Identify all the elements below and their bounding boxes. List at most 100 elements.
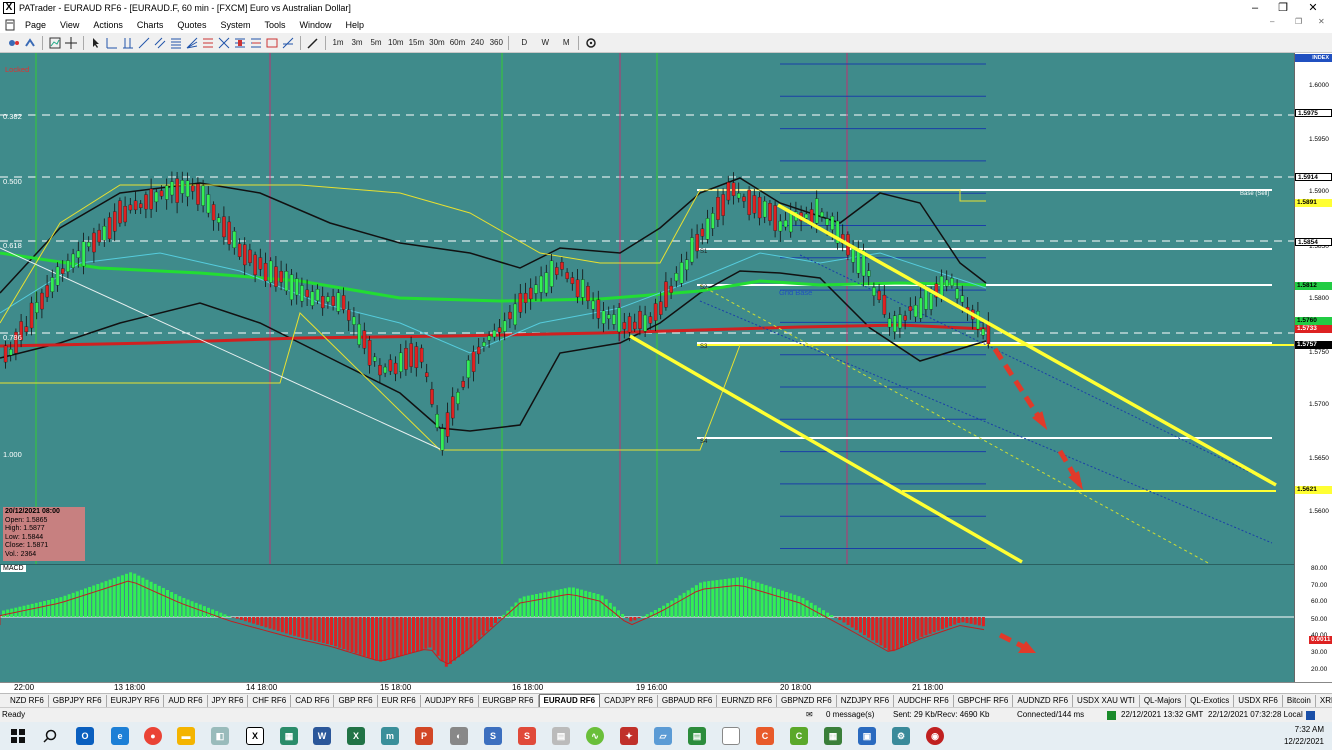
gann-tool-icon[interactable] bbox=[217, 36, 231, 50]
chrome-icon[interactable]: ● bbox=[144, 727, 162, 745]
search-icon[interactable] bbox=[41, 727, 59, 745]
system-clock[interactable]: 7:32 AM 12/22/2021 bbox=[1284, 724, 1324, 748]
app-icon-generic[interactable]: C bbox=[790, 727, 808, 745]
symbol-tab[interactable]: GBP RF6 bbox=[334, 694, 378, 707]
app-icon-generic[interactable]: ◉ bbox=[926, 727, 944, 745]
cycle-tool-icon[interactable] bbox=[249, 36, 263, 50]
price-axis[interactable]: INDEX 1.6000 1.5950 1.5900 1.5850 1.5800… bbox=[1294, 53, 1332, 564]
powerpoint-icon[interactable]: P bbox=[415, 727, 433, 745]
symbol-tab[interactable]: EURNZD RF6 bbox=[717, 694, 778, 707]
minimize-button[interactable]: – bbox=[1240, 0, 1270, 16]
symbol-tab[interactable]: JPY RF6 bbox=[208, 694, 249, 707]
symbol-tab[interactable]: Bitcoin bbox=[1283, 694, 1316, 707]
timeframe-30m[interactable]: 30m bbox=[429, 36, 445, 50]
app-icon-generic[interactable]: ◐ bbox=[450, 727, 468, 745]
symbol-tab[interactable]: GBPCHF RF6 bbox=[954, 694, 1014, 707]
menu-help[interactable]: Help bbox=[339, 20, 372, 30]
notepad-icon[interactable] bbox=[722, 727, 740, 745]
app-icon-generic[interactable]: S bbox=[518, 727, 536, 745]
vline-tool-icon[interactable] bbox=[121, 36, 135, 50]
chart-icon[interactable] bbox=[48, 36, 62, 50]
channel-tool-icon[interactable] bbox=[153, 36, 167, 50]
symbol-tab[interactable]: EUR RF6 bbox=[378, 694, 421, 707]
menu-charts[interactable]: Charts bbox=[130, 20, 171, 30]
app-icon-generic[interactable]: ▦ bbox=[824, 727, 842, 745]
symbol-tab[interactable]: CADJPY RF6 bbox=[600, 694, 658, 707]
symbol-tab[interactable]: USDX RF6 bbox=[1234, 694, 1283, 707]
refresh-icon[interactable] bbox=[584, 36, 598, 50]
mdi-close-icon[interactable]: ✕ bbox=[1318, 17, 1325, 26]
app-icon-generic[interactable]: ⚙ bbox=[892, 727, 910, 745]
macd-axis[interactable]: 80.00 70.00 60.00 50.00 40.00 30.00 20.0… bbox=[1294, 564, 1332, 682]
mdi-minimize-icon[interactable]: – bbox=[1270, 17, 1274, 26]
symbol-tab[interactable]: QL-Exotics bbox=[1186, 694, 1235, 707]
fib-tool-icon[interactable] bbox=[169, 36, 183, 50]
symbol-tab[interactable]: XRPUSDRF6 bbox=[1316, 695, 1332, 707]
symbol-tab[interactable]: USDX XAU WTI bbox=[1073, 694, 1140, 707]
line-tool-icon[interactable] bbox=[105, 36, 119, 50]
menu-page[interactable]: Page bbox=[18, 20, 53, 30]
connect-icon[interactable] bbox=[7, 36, 21, 50]
excel-icon[interactable]: X bbox=[347, 727, 365, 745]
pointer-icon[interactable] bbox=[89, 36, 103, 50]
symbol-tab[interactable]: AUDNZD RF6 bbox=[1013, 694, 1074, 707]
edge-icon[interactable]: e bbox=[111, 727, 129, 745]
symbol-tab[interactable]: GBPNZD RF6 bbox=[777, 694, 837, 707]
app-icon-generic[interactable]: ◧ bbox=[211, 727, 229, 745]
app-icon-generic[interactable]: C bbox=[756, 727, 774, 745]
price-chart[interactable]: Locked 0.382 0.500 0.618 0.786 1.000 Gri… bbox=[0, 53, 1294, 565]
period-daily[interactable]: D bbox=[517, 36, 531, 50]
symbol-tab[interactable]: NZDJPY RF6 bbox=[837, 694, 895, 707]
timeframe-5m[interactable]: 5m bbox=[369, 36, 383, 50]
symbol-tab[interactable]: CHF RF6 bbox=[248, 694, 292, 707]
app-icon-generic[interactable]: ▤ bbox=[552, 727, 570, 745]
grid-tool-icon[interactable] bbox=[201, 36, 215, 50]
app-icon-generic[interactable]: ✦ bbox=[620, 727, 638, 745]
menu-quotes[interactable]: Quotes bbox=[170, 20, 213, 30]
patrader-icon[interactable]: X bbox=[246, 727, 264, 745]
menu-system[interactable]: System bbox=[213, 20, 257, 30]
menu-window[interactable]: Window bbox=[292, 20, 338, 30]
symbol-tab[interactable]: AUD RF6 bbox=[164, 694, 208, 707]
mdi-restore-icon[interactable]: ❐ bbox=[1295, 17, 1302, 26]
timeframe-360[interactable]: 360 bbox=[489, 36, 503, 50]
timeframe-15m[interactable]: 15m bbox=[409, 36, 425, 50]
trendline-tool-icon[interactable] bbox=[137, 36, 151, 50]
pen-icon[interactable] bbox=[306, 36, 320, 50]
app-icon-generic[interactable]: m bbox=[381, 727, 399, 745]
status-messages[interactable]: 0 message(s) bbox=[826, 710, 874, 719]
restore-button[interactable]: ❐ bbox=[1268, 0, 1298, 16]
menu-actions[interactable]: Actions bbox=[86, 20, 130, 30]
app-icon-generic[interactable]: ▣ bbox=[858, 727, 876, 745]
message-icon[interactable]: ✉ bbox=[806, 710, 813, 719]
app-icon-generic[interactable]: ▱ bbox=[654, 727, 672, 745]
timeframe-240[interactable]: 240 bbox=[470, 36, 484, 50]
timeframe-3m[interactable]: 3m bbox=[350, 36, 364, 50]
macd-pane[interactable]: MACD bbox=[0, 564, 1294, 682]
start-icon[interactable] bbox=[9, 727, 27, 745]
close-button[interactable]: ✕ bbox=[1298, 0, 1328, 16]
app-icon-generic[interactable]: S bbox=[484, 727, 502, 745]
timeframe-10m[interactable]: 10m bbox=[388, 36, 404, 50]
menu-tools[interactable]: Tools bbox=[257, 20, 292, 30]
fib-fan-icon[interactable] bbox=[185, 36, 199, 50]
symbol-tab[interactable]: GBPJPY RF6 bbox=[49, 694, 107, 707]
word-icon[interactable]: W bbox=[313, 727, 331, 745]
pitchfork-icon[interactable] bbox=[233, 36, 247, 50]
symbol-tab[interactable]: NZD RF6 bbox=[6, 694, 49, 707]
symbol-tab[interactable]: GBPAUD RF6 bbox=[658, 694, 718, 707]
time-axis[interactable]: 22:00 13 18:00 14 18:00 15 18:00 16 18:0… bbox=[0, 682, 1332, 693]
symbol-tab[interactable]: EURAUD RF6 bbox=[538, 694, 601, 707]
period-monthly[interactable]: M bbox=[559, 36, 573, 50]
app-icon-generic[interactable]: ∿ bbox=[586, 727, 604, 745]
symbol-tab[interactable]: AUDCHF RF6 bbox=[894, 694, 954, 707]
period-weekly[interactable]: W bbox=[538, 36, 552, 50]
symbol-tab[interactable]: EURJPY RF6 bbox=[107, 694, 165, 707]
symbol-tab[interactable]: AUDJPY RF6 bbox=[421, 694, 479, 707]
timeframe-60m[interactable]: 60m bbox=[450, 36, 466, 50]
file-explorer-icon[interactable]: ▬ bbox=[177, 727, 195, 745]
box-tool-icon[interactable] bbox=[265, 36, 279, 50]
link-icon[interactable] bbox=[23, 36, 37, 50]
symbol-tab[interactable]: CAD RF6 bbox=[291, 694, 335, 707]
crosshair-icon[interactable] bbox=[64, 36, 78, 50]
